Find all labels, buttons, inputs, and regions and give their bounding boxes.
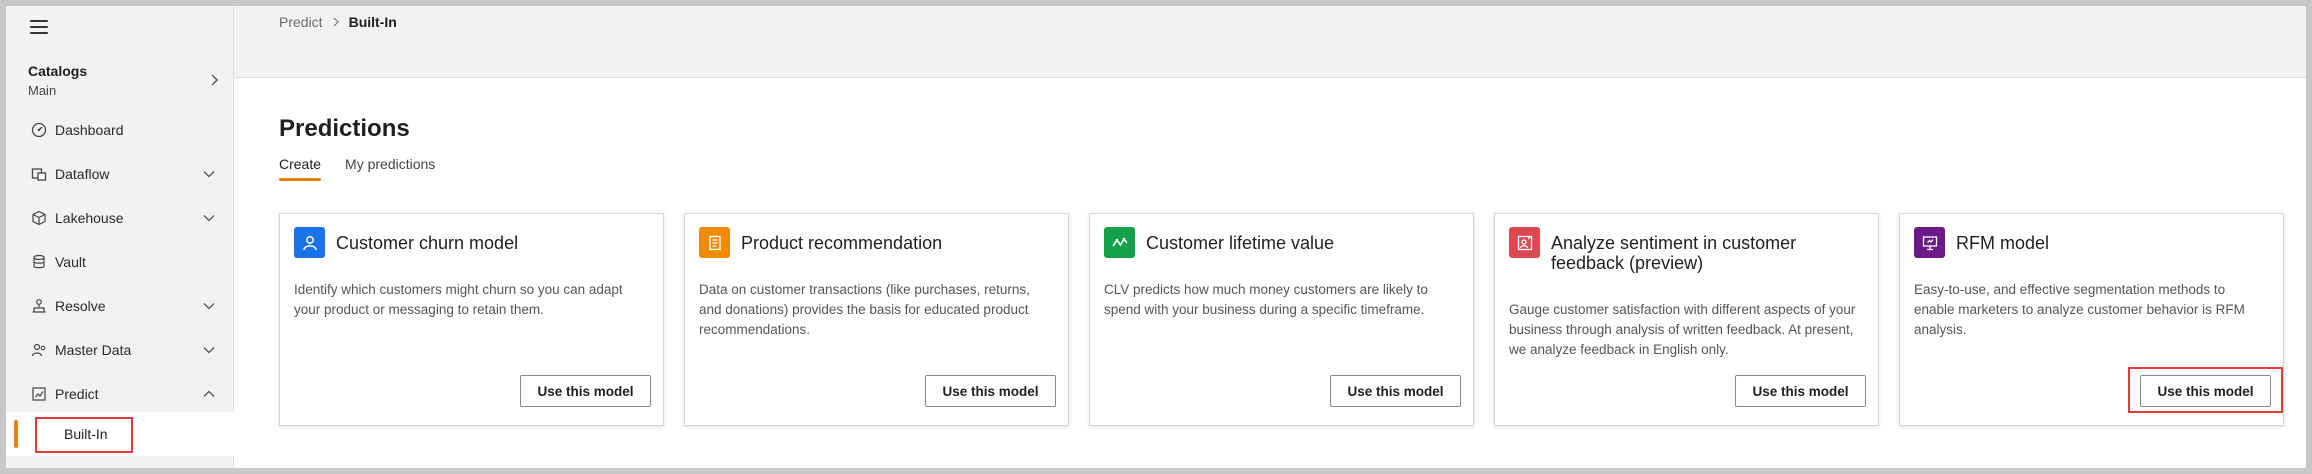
sidebar-subitem-built-in[interactable]: Built-In xyxy=(6,412,234,456)
sidebar-item-resolve[interactable]: Resolve xyxy=(6,290,234,322)
sidebar-item-label: Vault xyxy=(55,254,86,270)
card-description: CLV predicts how much money customers ar… xyxy=(1104,282,1428,317)
trend-icon xyxy=(1104,227,1135,258)
chevron-right-icon xyxy=(333,17,339,27)
tab-bar: Create My predictions xyxy=(279,156,435,181)
model-card-rfm: RFM model Easy-to-use, and effective seg… xyxy=(1899,213,2284,426)
sidebar-item-label: Master Data xyxy=(55,342,132,358)
person-icon xyxy=(294,227,325,258)
chevron-down-icon[interactable] xyxy=(202,211,216,225)
chevron-up-icon[interactable] xyxy=(202,387,216,401)
tab-create[interactable]: Create xyxy=(279,156,322,181)
catalogs-value: Main xyxy=(28,83,57,98)
chevron-right-icon xyxy=(211,74,218,86)
sidebar-item-label: Dataflow xyxy=(55,166,110,182)
presentation-icon xyxy=(1914,227,1945,258)
use-this-model-button[interactable]: Use this model xyxy=(925,375,1056,407)
card-description: Gauge customer satisfaction with differe… xyxy=(1509,302,1856,357)
resolve-icon xyxy=(30,297,48,315)
sidebar-subitem-label: Built-In xyxy=(64,426,108,442)
sidebar-item-dashboard[interactable]: Dashboard xyxy=(6,114,234,146)
model-card-analyze-sentiment: Analyze sentiment in customer feedback (… xyxy=(1494,213,1879,426)
active-indicator xyxy=(14,420,18,448)
card-title: RFM model xyxy=(1956,233,2050,253)
card-description: Identify which customers might churn so … xyxy=(294,282,623,317)
card-title: Customer lifetime value xyxy=(1146,233,1335,253)
sidebar-item-label: Resolve xyxy=(55,298,106,314)
sidebar-item-vault[interactable]: Vault xyxy=(6,246,234,278)
main-content: Predict Built-In Predictions Create My p… xyxy=(234,6,2306,468)
breadcrumb: Predict Built-In xyxy=(279,14,397,30)
catalogs-title: Catalogs xyxy=(28,63,88,79)
card-title: Customer churn model xyxy=(336,233,519,253)
document-list-icon xyxy=(699,227,730,258)
chevron-down-icon[interactable] xyxy=(202,299,216,313)
master-data-icon xyxy=(30,341,48,359)
card-description: Easy-to-use, and effective segmentation … xyxy=(1914,282,2245,337)
sidebar-item-lakehouse[interactable]: Lakehouse xyxy=(6,202,234,234)
sidebar-item-dataflow[interactable]: Dataflow xyxy=(6,158,234,190)
chevron-down-icon[interactable] xyxy=(202,343,216,357)
sidebar-item-label: Lakehouse xyxy=(55,210,124,226)
card-title: Analyze sentiment in customer feedback (… xyxy=(1551,233,1797,273)
dashboard-icon xyxy=(30,121,48,139)
breadcrumb-current: Built-In xyxy=(348,14,397,30)
tab-my-predictions[interactable]: My predictions xyxy=(345,156,435,181)
database-icon xyxy=(30,253,48,271)
sidebar-item-label: Dashboard xyxy=(55,122,124,138)
use-this-model-button[interactable]: Use this model xyxy=(2140,375,2271,407)
predict-icon xyxy=(30,385,48,403)
lakehouse-icon xyxy=(30,209,48,227)
sidebar-item-predict[interactable]: Predict xyxy=(6,378,234,410)
model-card-product-recommendation: Product recommendation Data on customer … xyxy=(684,213,1069,426)
app-window: Catalogs Main Dashboard Dataflow Lakehou… xyxy=(6,6,2306,468)
catalogs-selector[interactable]: Catalogs Main xyxy=(28,62,224,104)
feedback-icon xyxy=(1509,227,1540,258)
sidebar-item-master-data[interactable]: Master Data xyxy=(6,334,234,366)
sidebar: Catalogs Main Dashboard Dataflow Lakehou… xyxy=(6,6,234,468)
hamburger-menu-icon[interactable] xyxy=(30,20,48,34)
page-title: Predictions xyxy=(279,115,410,142)
card-title: Product recommendation xyxy=(741,233,943,253)
dataflow-icon xyxy=(30,165,48,183)
model-card-customer-lifetime-value: Customer lifetime value CLV predicts how… xyxy=(1089,213,1474,426)
sidebar-item-label: Predict xyxy=(55,386,99,402)
use-this-model-button[interactable]: Use this model xyxy=(520,375,651,407)
model-card-customer-churn: Customer churn model Identify which cust… xyxy=(279,213,664,426)
card-description: Data on customer transactions (like purc… xyxy=(699,282,1030,337)
use-this-model-button[interactable]: Use this model xyxy=(1330,375,1461,407)
use-this-model-button[interactable]: Use this model xyxy=(1735,375,1866,407)
breadcrumb-parent[interactable]: Predict xyxy=(279,14,323,30)
chevron-down-icon[interactable] xyxy=(202,167,216,181)
header-band: Predict Built-In xyxy=(234,6,2306,78)
